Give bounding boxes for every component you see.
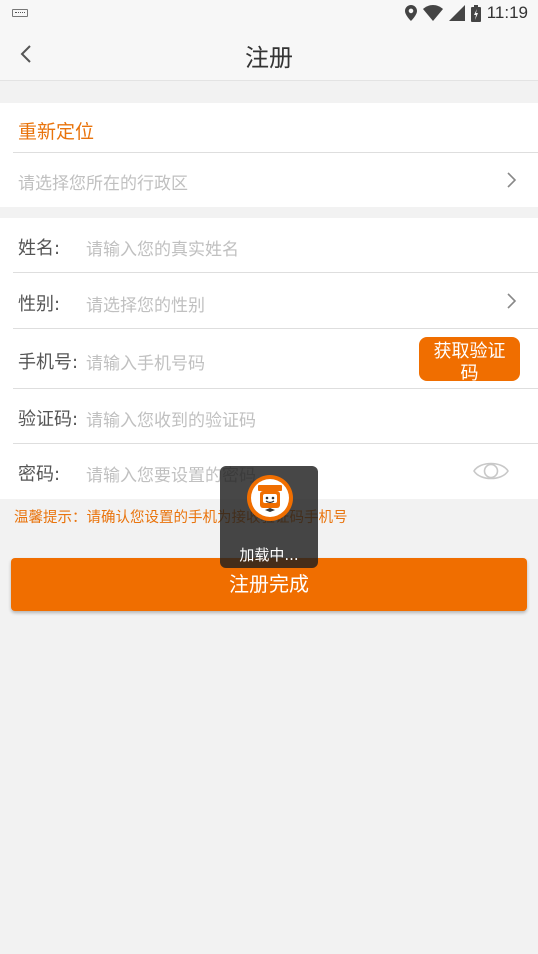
gender-select[interactable]: 请选择您的性别	[86, 291, 205, 316]
code-label: 验证码:	[18, 409, 79, 430]
phone-input[interactable]: 请输入手机号码	[86, 349, 205, 374]
wifi-icon	[422, 5, 443, 21]
location-icon	[404, 5, 417, 21]
battery-icon	[470, 4, 481, 22]
page-title: 注册	[245, 44, 293, 72]
region-placeholder: 请选择您所在的行政区	[18, 174, 188, 194]
name-input[interactable]: 请输入您的真实姓名	[86, 235, 239, 260]
gender-field[interactable]: 性别: 请选择您的性别	[13, 273, 538, 329]
location-section: 重新定位 请选择您所在的行政区	[0, 103, 538, 207]
phone-label: 手机号:	[18, 352, 79, 373]
loading-text: 加载中...	[239, 546, 299, 564]
loading-toast: 加载中...	[220, 466, 318, 568]
get-code-button[interactable]: 获取验证码	[419, 337, 520, 381]
signal-icon	[448, 5, 465, 21]
nav-bar: 注册	[0, 28, 538, 81]
code-field[interactable]: 验证码: 请输入您收到的验证码	[13, 389, 538, 444]
password-label: 密码:	[18, 464, 61, 485]
clock: 11:19	[486, 3, 528, 22]
name-field[interactable]: 姓名: 请输入您的真实姓名	[13, 218, 538, 273]
chevron-right-icon	[507, 293, 517, 309]
gender-label: 性别:	[18, 294, 61, 315]
app-logo-icon	[247, 475, 293, 521]
region-select[interactable]: 请选择您所在的行政区	[13, 153, 538, 207]
code-input[interactable]: 请输入您收到的验证码	[86, 406, 256, 431]
name-label: 姓名:	[18, 238, 61, 259]
chevron-right-icon	[507, 172, 517, 188]
eye-icon[interactable]	[472, 457, 510, 485]
relocate-link[interactable]: 重新定位	[18, 117, 94, 144]
keyboard-icon	[12, 9, 28, 17]
status-bar: 11:19	[0, 0, 538, 28]
